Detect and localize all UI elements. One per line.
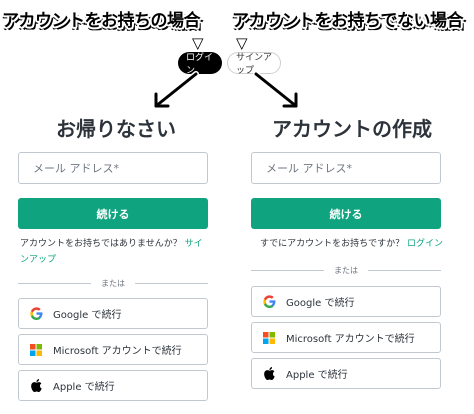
divider-line <box>18 282 91 284</box>
google-icon <box>262 295 276 309</box>
login-apple-label: Apple で続行 <box>53 382 115 393</box>
or-label: または <box>334 265 358 275</box>
arrow-to-signup <box>253 71 299 109</box>
microsoft-icon <box>262 331 276 345</box>
annotation-caption-existing-account: アカウントをお持ちの場合 <box>2 11 201 31</box>
signup-apple-label: Apple で続行 <box>286 370 348 381</box>
login-microsoft-label: Microsoft アカウントで続行 <box>53 346 182 357</box>
login-google-label: Google で続行 <box>53 310 122 321</box>
login-or-divider: または <box>18 277 208 289</box>
annotation-triangle-login: ▽ <box>192 34 204 52</box>
login-title: お帰りなさい <box>56 117 176 141</box>
apple-icon <box>262 367 276 381</box>
login-helper-question: アカウントをお持ちではありませんか？ <box>20 239 182 249</box>
divider-line <box>135 282 208 284</box>
apple-icon <box>29 379 43 393</box>
signup-continue-button[interactable]: 続ける <box>251 198 441 229</box>
login-email-input[interactable]: メール アドレス* <box>18 152 208 184</box>
login-continue-button[interactable]: 続ける <box>18 198 208 229</box>
login-google-button[interactable]: Google で続行 <box>18 298 208 329</box>
arrow-to-login <box>153 71 199 109</box>
signup-pill-button[interactable]: サインアップ <box>227 52 281 76</box>
or-label: または <box>101 278 125 288</box>
login-email-placeholder: メール アドレス* <box>33 162 119 175</box>
signup-google-button[interactable]: Google で続行 <box>251 286 441 317</box>
signup-helper-question: すでにアカウントをお持ちですか？ <box>260 239 405 249</box>
login-microsoft-button[interactable]: Microsoft アカウントで続行 <box>18 334 208 365</box>
login-helper-text: アカウントをお持ちではありませんか？ サインアップ <box>20 236 210 268</box>
microsoft-icon <box>29 343 43 357</box>
divider-line <box>368 269 441 271</box>
login-pill-button[interactable]: ログイン <box>178 52 222 76</box>
signup-helper-text: すでにアカウントをお持ちですか？ ログイン <box>260 236 460 252</box>
annotation-triangle-signup: ▽ <box>236 34 248 52</box>
signup-title: アカウントの作成 <box>272 117 432 141</box>
annotation-caption-no-account: アカウントをお持ちでない場合 <box>232 11 464 31</box>
login-apple-button[interactable]: Apple で続行 <box>18 370 208 401</box>
signup-email-placeholder: メール アドレス* <box>266 162 352 175</box>
signup-email-input[interactable]: メール アドレス* <box>251 152 441 184</box>
signup-microsoft-button[interactable]: Microsoft アカウントで続行 <box>251 322 441 353</box>
divider-line <box>251 269 324 271</box>
signup-apple-button[interactable]: Apple で続行 <box>251 358 441 389</box>
login-link[interactable]: ログイン <box>407 239 443 249</box>
signup-google-label: Google で続行 <box>286 298 355 309</box>
google-icon <box>29 307 43 321</box>
signup-microsoft-label: Microsoft アカウントで続行 <box>286 334 415 345</box>
signup-or-divider: または <box>251 264 441 276</box>
